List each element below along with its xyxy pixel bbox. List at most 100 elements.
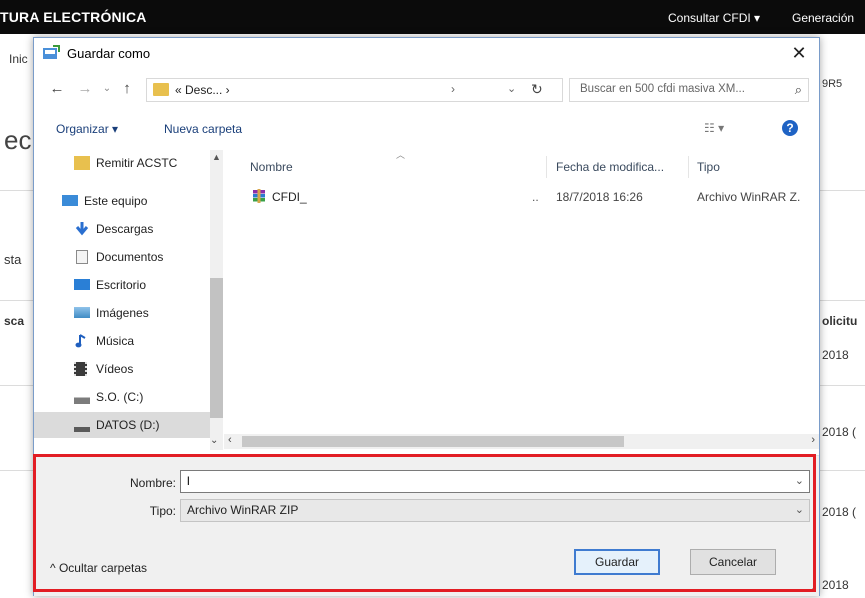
file-name: CFDI_: [272, 190, 307, 204]
nav-item-label: Imágenes: [96, 306, 149, 320]
address-bar[interactable]: « Desc... › › ⌄ ↻: [146, 78, 563, 102]
nav-item-label: Remitir ACSTC: [96, 156, 178, 170]
file-name-input[interactable]: l ⌄: [180, 470, 810, 493]
cancel-button[interactable]: Cancelar: [690, 549, 776, 575]
search-input[interactable]: Buscar en 500 cfdi masiva XM... ⌕: [569, 78, 809, 102]
scroll-up-icon[interactable]: ▲: [212, 152, 221, 162]
bg-date-fragment: 2018: [822, 578, 849, 592]
videos-icon: [74, 362, 87, 376]
forward-arrow-icon[interactable]: →: [76, 80, 94, 98]
search-icon[interactable]: ⌕: [795, 82, 802, 98]
bg-heading-fragment: ec: [4, 125, 32, 155]
bg-date-fragment: 2018 (: [822, 505, 857, 519]
up-arrow-icon[interactable]: ↑: [118, 80, 136, 98]
filelist-horizontal-scrollbar[interactable]: ‹ ›: [224, 434, 819, 449]
new-folder-button[interactable]: Nueva carpeta: [164, 122, 242, 136]
help-icon[interactable]: ?: [782, 120, 798, 136]
file-type-select[interactable]: Archivo WinRAR ZIP ⌄: [180, 499, 810, 522]
bg-breadcrumb-fragment: Inic: [9, 52, 28, 66]
close-button[interactable]: ✕: [785, 41, 813, 65]
file-list: ︿ Nombre Fecha de modifica... Tipo CFDI_…: [224, 150, 819, 450]
file-modified-date: 18/7/2018 16:26: [556, 190, 643, 204]
nav-item-videos[interactable]: Vídeos: [34, 356, 210, 382]
desktop-icon: [74, 279, 90, 290]
file-type: Archivo WinRAR Z.: [697, 190, 801, 204]
save-dialog-icon: [43, 45, 60, 59]
navigation-pane: Remitir ACSTC Este equipo Descargas Docu…: [34, 150, 223, 450]
nav-item-remitir-acstc[interactable]: Remitir ACSTC: [34, 150, 210, 176]
bg-date-fragment: 2018: [822, 348, 849, 362]
column-header-date[interactable]: Fecha de modifica...: [556, 160, 664, 174]
menu-generacion[interactable]: Generación: [792, 11, 854, 25]
file-name-label: Nombre:: [129, 476, 176, 490]
scroll-right-icon[interactable]: ›: [811, 434, 815, 446]
dialog-title: Guardar como: [67, 46, 151, 61]
winrar-archive-icon: [253, 189, 265, 203]
search-placeholder: Buscar en 500 cfdi masiva XM...: [580, 83, 745, 95]
recent-locations-chevron-icon[interactable]: ⌄: [98, 80, 116, 98]
nav-item-descargas[interactable]: Descargas: [34, 216, 210, 242]
scroll-left-icon[interactable]: ‹: [228, 434, 232, 446]
nav-item-este-equipo[interactable]: Este equipo: [34, 188, 210, 214]
resize-grip-icon[interactable]: ⋰: [808, 583, 817, 594]
scroll-down-icon[interactable]: ⌄: [210, 435, 218, 446]
dialog-toolbar: Organizar ▾ Nueva carpeta ☷ ▾ ?: [34, 118, 819, 142]
chevron-down-icon[interactable]: ⌄: [795, 474, 804, 487]
folder-icon: [153, 83, 169, 96]
hide-folders-toggle[interactable]: ^ Ocultar carpetas: [50, 561, 147, 575]
bg-column-header-fragment: olicitu: [822, 314, 858, 328]
horizontal-scroll-thumb[interactable]: [242, 436, 624, 447]
save-as-dialog: Guardar como ✕ ← → ⌄ ↑ « Desc... › › ⌄ ↻…: [33, 37, 820, 596]
bg-date-fragment: 2018 (: [822, 425, 857, 439]
sort-ascending-icon: ︿: [396, 150, 406, 160]
save-form: Nombre: l ⌄ Tipo: Archivo WinRAR ZIP ⌄ ^…: [34, 455, 819, 596]
nav-item-drive-d[interactable]: DATOS (D:): [34, 412, 210, 438]
drive-d-icon: [74, 418, 90, 432]
nav-item-label: Este equipo: [84, 194, 148, 208]
refresh-icon[interactable]: ↻: [531, 81, 543, 98]
organize-menu-button[interactable]: Organizar ▾: [56, 122, 118, 136]
file-type-label: Tipo:: [149, 504, 176, 518]
menu-consultar-cfdi[interactable]: Consultar CFDI ▾: [668, 11, 760, 25]
nav-item-label: Documentos: [96, 250, 164, 264]
nav-item-label: DATOS (D:): [96, 418, 160, 432]
column-separator[interactable]: [546, 156, 547, 178]
nav-item-label: Vídeos: [96, 362, 134, 376]
navigation-bar: ← → ⌄ ↑ « Desc... › › ⌄ ↻ Buscar en 500 …: [34, 76, 819, 102]
navpane-scroll-thumb[interactable]: [210, 278, 223, 418]
column-header-type[interactable]: Tipo: [697, 160, 720, 174]
nav-item-label: Música: [96, 334, 135, 348]
images-icon: [74, 307, 90, 318]
nav-item-documentos[interactable]: Documentos: [34, 244, 210, 270]
save-button[interactable]: Guardar: [574, 549, 660, 575]
column-separator[interactable]: [688, 156, 689, 178]
nav-item-drive-c[interactable]: S.O. (C:): [34, 384, 210, 410]
bg-label-fragment: sta: [4, 252, 22, 267]
file-row[interactable]: CFDI_ .. 18/7/2018 16:26 Archivo WinRAR …: [224, 186, 819, 208]
column-header-name[interactable]: Nombre: [250, 160, 293, 174]
nav-item-imagenes[interactable]: Imágenes: [34, 300, 210, 326]
music-icon: [75, 334, 86, 348]
back-arrow-icon[interactable]: ←: [48, 80, 66, 98]
documents-icon: [76, 250, 88, 264]
nav-item-label: Escritorio: [96, 278, 147, 292]
chevron-down-icon[interactable]: ⌄: [795, 503, 804, 516]
address-dropdown-icon[interactable]: ⌄: [507, 82, 516, 95]
file-type-selected: Archivo WinRAR ZIP: [187, 503, 299, 517]
site-header-bar: TURA ELECTRÓNICA Consultar CFDI ▾ Genera…: [0, 0, 865, 34]
dialog-titlebar[interactable]: Guardar como ✕: [34, 38, 819, 68]
nav-item-musica[interactable]: Música: [34, 328, 210, 354]
file-name-value[interactable]: l: [187, 474, 190, 488]
folder-icon: [74, 156, 90, 170]
nav-item-escritorio[interactable]: Escritorio: [34, 272, 210, 298]
address-chevron-icon[interactable]: ›: [451, 82, 455, 96]
site-title: TURA ELECTRÓNICA: [0, 9, 147, 25]
bg-id-fragment: 9R5: [822, 78, 843, 90]
file-name-truncation: ..: [532, 190, 539, 204]
address-path[interactable]: « Desc... ›: [175, 83, 230, 97]
drive-c-icon: [74, 390, 90, 404]
downloads-icon: [75, 222, 89, 236]
navpane-scrollbar[interactable]: ▲: [210, 150, 223, 450]
bg-column-fragment: sca: [4, 314, 25, 328]
view-options-icon[interactable]: ☷ ▾: [704, 121, 724, 135]
